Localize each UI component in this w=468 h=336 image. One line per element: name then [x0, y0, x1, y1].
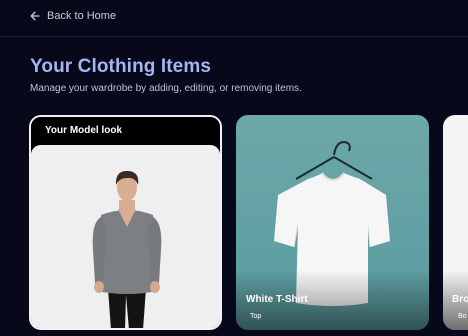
- back-to-home-link[interactable]: Back to Home: [30, 8, 116, 24]
- model-look-label: Your Model look: [45, 125, 123, 136]
- model-photo: [31, 145, 220, 328]
- model-look-card[interactable]: Your Model look: [29, 115, 222, 330]
- arrow-left-icon: [30, 11, 40, 21]
- clothing-card-partial[interactable]: Bro Bo: [443, 115, 468, 330]
- model-look-header: Your Model look: [31, 117, 220, 145]
- clothing-card-white-tshirt[interactable]: White T-Shirt Top: [236, 115, 429, 330]
- item-name: White T-Shirt: [246, 294, 308, 305]
- back-link-label: Back to Home: [47, 10, 117, 22]
- item-category: Bo: [458, 313, 467, 320]
- item-name: Bro: [452, 294, 468, 305]
- item-category: Top: [250, 313, 262, 320]
- top-bar: Back to Home: [0, 0, 468, 37]
- page-subtitle: Manage your wardrobe by adding, editing,…: [30, 83, 302, 94]
- page-title: Your Clothing Items: [30, 56, 211, 77]
